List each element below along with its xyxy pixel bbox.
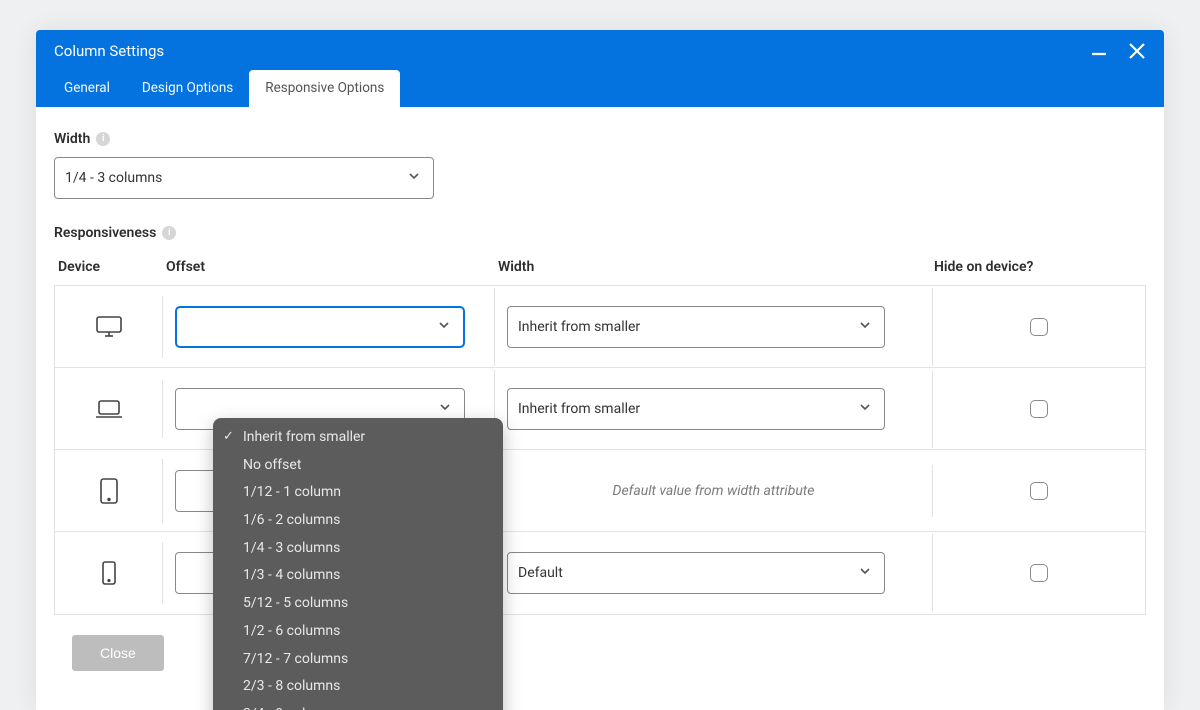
hide-checkbox[interactable] — [1030, 482, 1048, 500]
default-width-text: Default value from width attribute — [507, 483, 920, 499]
dropdown-option[interactable]: 1/4 - 3 columns — [213, 535, 503, 563]
row-width-select[interactable]: Inherit from smaller — [507, 388, 885, 430]
tablet-icon — [98, 477, 120, 505]
info-icon[interactable]: i — [162, 226, 176, 240]
device-cell — [55, 459, 163, 523]
dropdown-option[interactable]: 1/2 - 6 columns — [213, 618, 503, 646]
hide-checkbox[interactable] — [1030, 318, 1048, 336]
minimize-button[interactable] — [1088, 40, 1110, 62]
width-section: Width i 1/4 - 3 columns — [54, 131, 1146, 199]
dropdown-option[interactable]: Inherit from smaller — [213, 424, 503, 452]
hide-cell — [933, 300, 1145, 354]
close-icon — [1127, 41, 1147, 61]
width-cell: Default — [495, 534, 933, 612]
chevron-down-icon — [407, 169, 421, 187]
offset-select[interactable] — [175, 306, 465, 348]
chevron-down-icon — [437, 318, 451, 336]
width-cell: Inherit from smaller — [495, 370, 933, 448]
hide-checkbox[interactable] — [1030, 400, 1048, 418]
chevron-down-icon — [858, 318, 872, 336]
hide-cell — [933, 382, 1145, 436]
width-cell: Inherit from smaller — [495, 288, 933, 366]
chevron-down-icon — [858, 564, 872, 582]
dropdown-option[interactable]: 1/12 - 1 column — [213, 479, 503, 507]
chevron-down-icon — [858, 400, 872, 418]
th-hide: Hide on device? — [934, 259, 1146, 275]
close-window-button[interactable] — [1126, 40, 1148, 62]
width-select[interactable]: 1/4 - 3 columns — [54, 157, 434, 199]
minimize-icon — [1090, 42, 1108, 60]
chevron-down-icon — [438, 400, 452, 418]
row-width-select[interactable]: Default — [507, 552, 885, 594]
width-label: Width — [54, 131, 90, 147]
close-button[interactable]: Close — [72, 635, 164, 671]
window-controls — [1088, 40, 1148, 62]
hide-cell — [933, 464, 1145, 518]
width-cell: Default value from width attribute — [495, 465, 933, 517]
hide-checkbox[interactable] — [1030, 564, 1048, 582]
th-offset: Offset — [166, 259, 498, 275]
dropdown-option[interactable]: 1/3 - 4 columns — [213, 562, 503, 590]
dropdown-option[interactable]: 1/6 - 2 columns — [213, 507, 503, 535]
dropdown-option[interactable]: 2/3 - 8 columns — [213, 673, 503, 701]
settings-window: Column Settings General Design Options R… — [36, 30, 1164, 710]
offset-cell — [163, 288, 495, 366]
row-width-value: Inherit from smaller — [518, 401, 640, 417]
row-width-value: Inherit from smaller — [518, 319, 640, 335]
desktop-icon — [94, 314, 124, 340]
dropdown-option[interactable]: 7/12 - 7 columns — [213, 646, 503, 674]
tab-bar: General Design Options Responsive Option… — [36, 70, 1164, 107]
th-width: Width — [498, 259, 934, 275]
device-cell — [55, 542, 163, 604]
phone-icon — [101, 560, 117, 586]
responsiveness-label-row: Responsiveness i — [54, 225, 1146, 241]
dropdown-option[interactable]: No offset — [213, 452, 503, 480]
tab-general[interactable]: General — [48, 70, 126, 107]
tab-design-options[interactable]: Design Options — [126, 70, 249, 107]
window-body: Width i 1/4 - 3 columns Responsiveness i… — [36, 107, 1164, 710]
dropdown-option[interactable]: 3/4 - 9 columns — [213, 701, 503, 710]
row-width-value: Default — [518, 565, 563, 581]
table-row: Inherit from smaller — [55, 286, 1145, 368]
width-select-value: 1/4 - 3 columns — [65, 170, 162, 186]
responsiveness-label: Responsiveness — [54, 225, 156, 241]
tab-responsive-options[interactable]: Responsive Options — [249, 70, 400, 107]
hide-cell — [933, 546, 1145, 600]
row-width-select[interactable]: Inherit from smaller — [507, 306, 885, 348]
window-header: Column Settings General Design Options R… — [36, 30, 1164, 107]
device-cell — [55, 380, 163, 438]
responsive-table-header: Device Offset Width Hide on device? — [54, 251, 1146, 285]
device-cell — [55, 296, 163, 358]
offset-dropdown-panel[interactable]: Inherit from smaller No offset 1/12 - 1 … — [213, 418, 503, 710]
dropdown-option[interactable]: 5/12 - 5 columns — [213, 590, 503, 618]
laptop-icon — [94, 398, 124, 420]
th-device: Device — [58, 259, 166, 275]
window-title: Column Settings — [54, 42, 164, 60]
info-icon[interactable]: i — [96, 132, 110, 146]
width-label-row: Width i — [54, 131, 1146, 147]
